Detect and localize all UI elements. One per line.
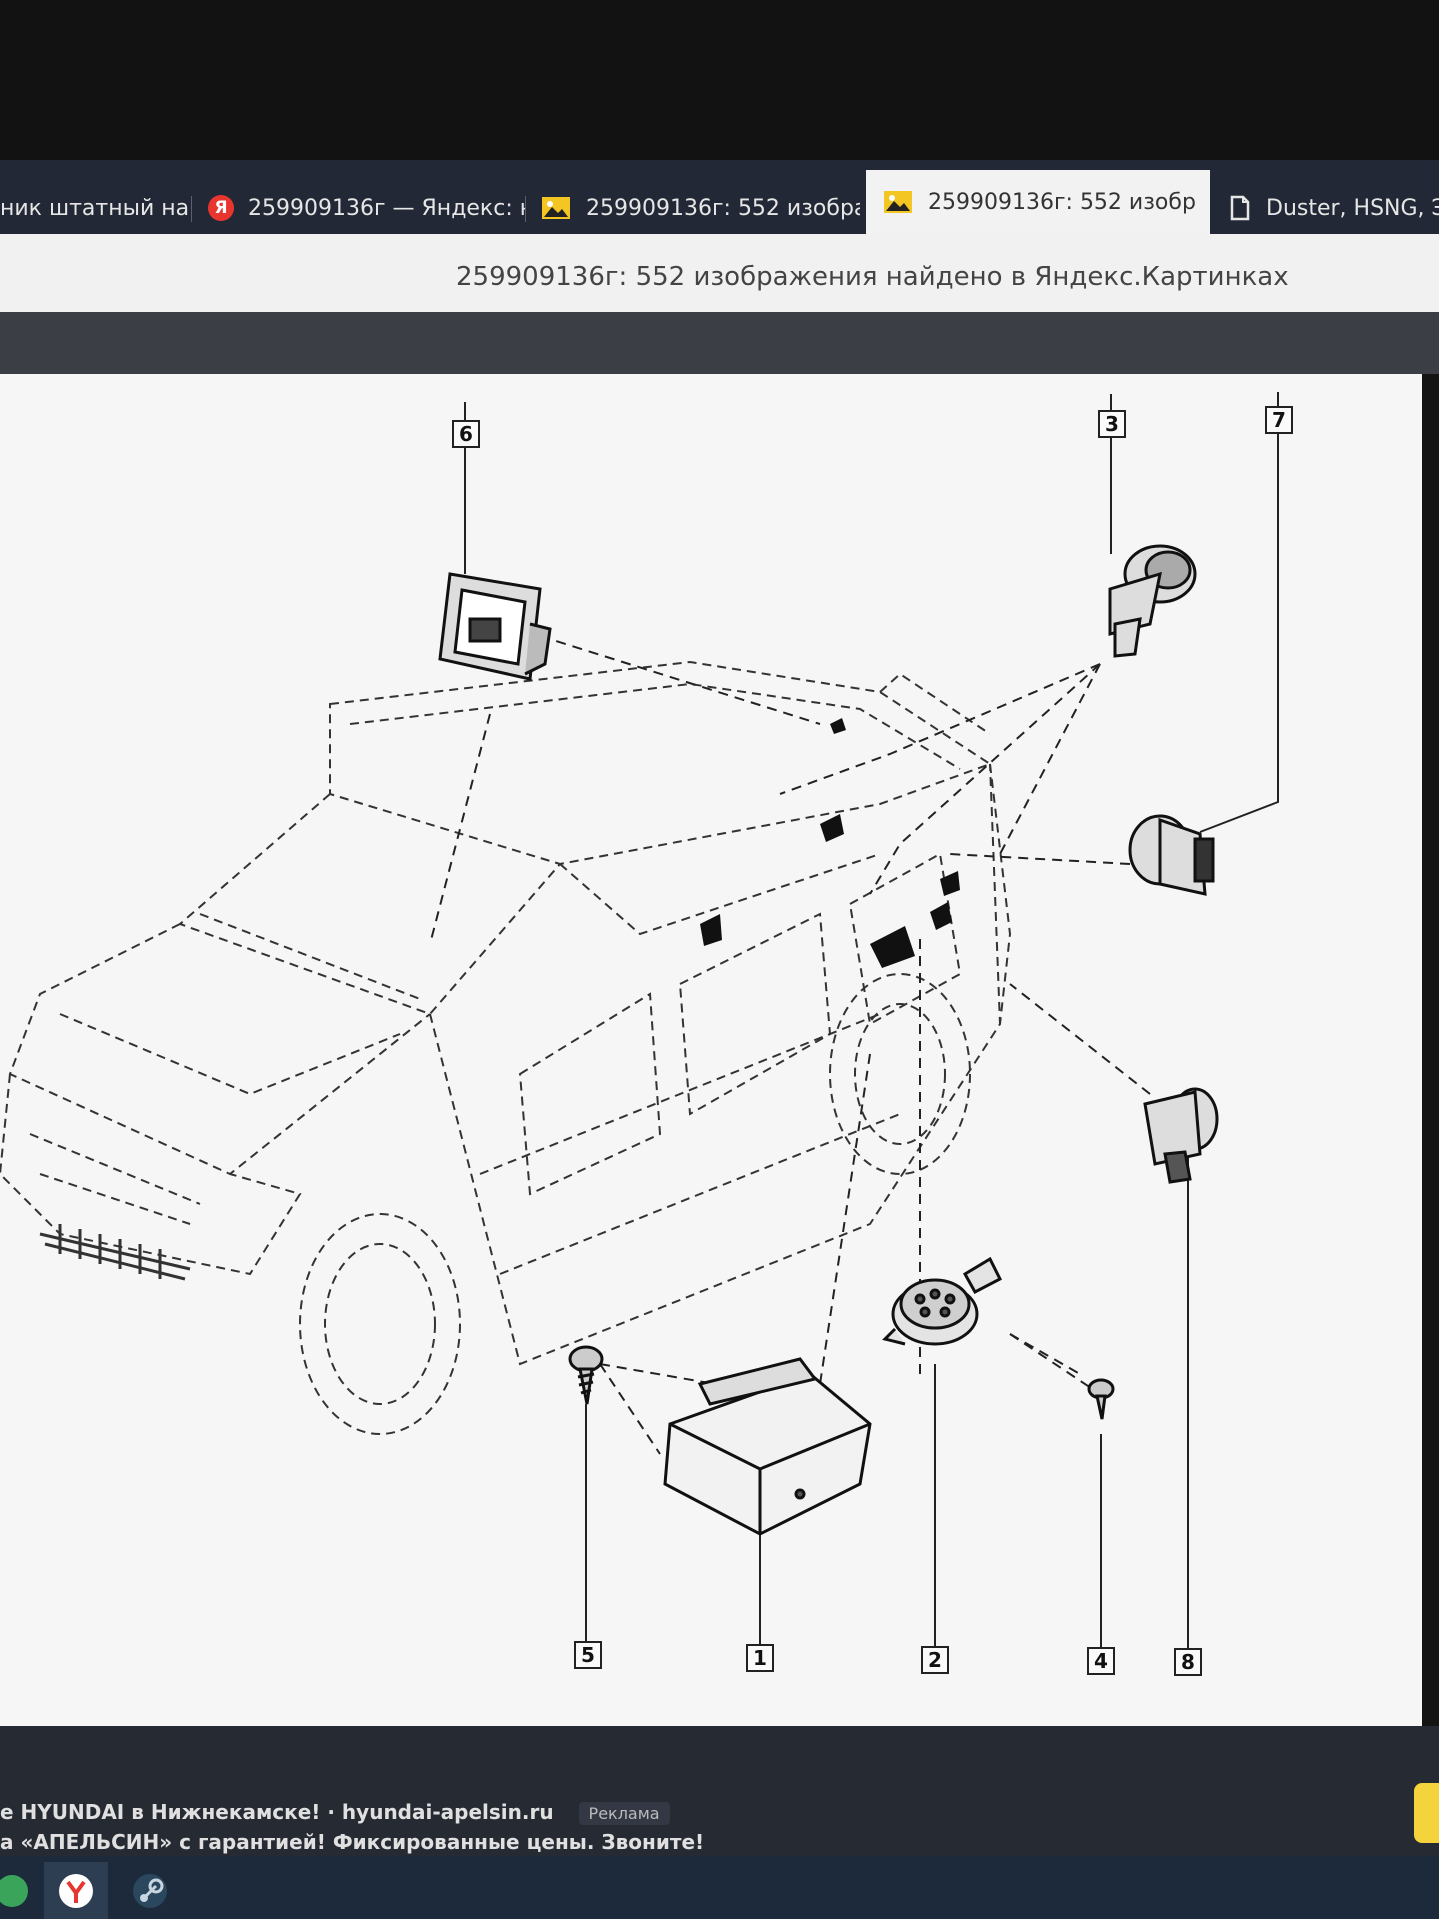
callout-2: 2: [921, 1646, 949, 1674]
callout-1: 1: [746, 1644, 774, 1672]
car-parts-diagram: [0, 392, 1279, 1664]
tab-1[interactable]: ник штатный на Ре: [0, 182, 192, 234]
image-viewer-toolbar: [0, 312, 1439, 374]
callout-5: 5: [574, 1641, 602, 1669]
tab-label: 259909136г — Яндекс: на: [248, 195, 526, 221]
tab-label: 259909136г: 552 изображ: [586, 195, 860, 221]
tab-label: Duster, HSNG, Эл: [1266, 195, 1439, 221]
close-icon[interactable]: ×: [1208, 188, 1210, 216]
callout-6: 6: [452, 420, 480, 448]
callout-7: 7: [1265, 406, 1293, 434]
taskbar-yandex-browser[interactable]: [44, 1862, 108, 1919]
steam-icon: [133, 1873, 167, 1908]
window-title: 259909136г: 552 изображения найдено в Ян…: [456, 262, 1289, 292]
ad-description[interactable]: а «АПЕЛЬСИН» с гарантией! Фиксированные …: [0, 1830, 704, 1854]
image-icon: [542, 197, 570, 219]
image-icon: [884, 191, 912, 213]
callout-3: 3: [1098, 410, 1126, 438]
tab-separator: [191, 196, 192, 222]
tab-label: 259909136г: 552 изобр: [928, 189, 1196, 215]
document-icon: [1230, 195, 1250, 221]
screen-bezel-top: [0, 0, 1439, 160]
taskbar-app-button[interactable]: [0, 1862, 44, 1919]
ad-label: Реклама: [578, 1802, 670, 1825]
tab-4-active[interactable]: 259909136г: 552 изобр ×: [866, 170, 1210, 234]
ad-action-button[interactable]: [1414, 1783, 1439, 1843]
app-icon: [0, 1874, 28, 1907]
yandex-icon: Я: [208, 195, 234, 221]
taskbar-steam[interactable]: [118, 1862, 182, 1919]
tab-separator: [525, 196, 526, 222]
ad-headline[interactable]: е HYUNDAI в Нижнекамске! · hyundai-apels…: [0, 1800, 554, 1824]
parts-diagram-image[interactable]: 6 3 7 5 1 2 4 8: [0, 374, 1422, 1726]
tab-3[interactable]: 259909136г: 552 изображ: [530, 182, 860, 234]
callout-8: 8: [1174, 1648, 1202, 1676]
tab-2[interactable]: Я 259909136г — Яндекс: на: [196, 182, 526, 234]
tab-5[interactable]: Duster, HSNG, Эл: [1216, 182, 1439, 234]
taskbar: [0, 1856, 1439, 1919]
ad-headline-row[interactable]: е HYUNDAI в Нижнекамске! · hyundai-apels…: [0, 1800, 670, 1825]
yandex-browser-icon: [59, 1873, 93, 1908]
callout-4: 4: [1087, 1647, 1115, 1675]
tab-label: ник штатный на Ре: [0, 195, 192, 221]
